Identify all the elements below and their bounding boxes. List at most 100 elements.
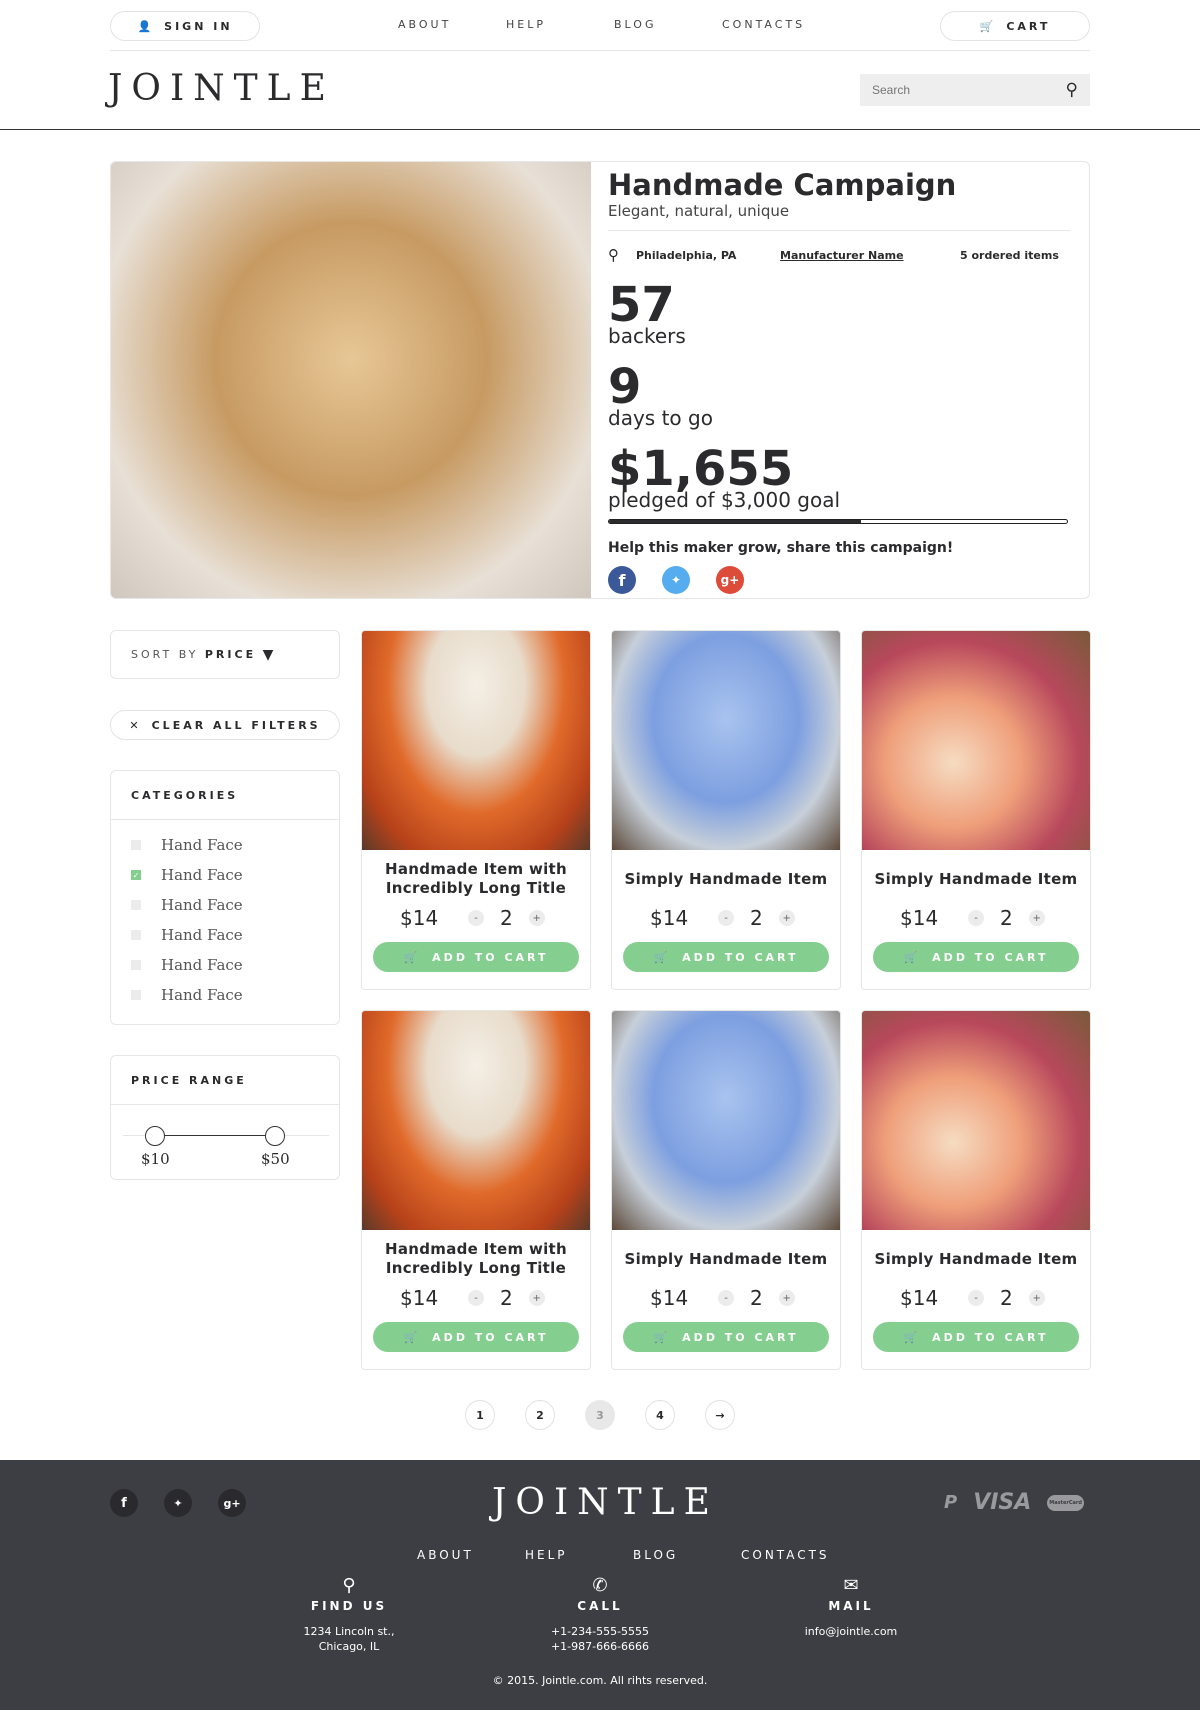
- category-checkbox[interactable]: [131, 840, 141, 850]
- category-checkbox[interactable]: [131, 930, 141, 940]
- campaign-image: [111, 162, 591, 598]
- add-to-cart-button[interactable]: 🛒 ADD TO CART: [373, 1322, 579, 1352]
- quantity-value[interactable]: 2: [750, 1286, 763, 1310]
- nav-contacts[interactable]: CONTACTS: [722, 18, 805, 31]
- nav-help[interactable]: HELP: [506, 18, 546, 31]
- logo[interactable]: JOINTLE: [108, 68, 335, 109]
- quantity-value[interactable]: 2: [750, 906, 763, 930]
- quantity-value[interactable]: 2: [1000, 906, 1013, 930]
- quantity-increase-button[interactable]: +: [528, 1290, 545, 1306]
- category-item[interactable]: Hand Face: [111, 830, 339, 860]
- twitter-icon[interactable]: ✦: [662, 566, 690, 594]
- quantity-increase-button[interactable]: +: [528, 910, 545, 926]
- product-title[interactable]: Simply Handmade Item: [612, 850, 840, 908]
- email-link[interactable]: info@jointle.com: [771, 1624, 931, 1639]
- price-range-track: [155, 1135, 275, 1136]
- category-checkbox[interactable]: [131, 900, 141, 910]
- sort-label: SORT BY: [131, 648, 199, 661]
- days-label: days to go: [608, 406, 713, 430]
- category-item[interactable]: Hand Face: [111, 980, 339, 1010]
- footer-nav-blog[interactable]: BLOG: [633, 1548, 678, 1562]
- quantity-increase-button[interactable]: +: [1028, 910, 1045, 926]
- add-to-cart-button[interactable]: 🛒 ADD TO CART: [623, 1322, 829, 1352]
- mail-heading: MAIL: [828, 1599, 874, 1613]
- sign-in-button[interactable]: 👤 SIGN IN: [110, 11, 260, 41]
- copyright: © 2015. Jointle.com. All rihts reserved.: [492, 1674, 708, 1687]
- quantity-decrease-button[interactable]: -: [468, 910, 484, 926]
- product-image[interactable]: [612, 631, 840, 850]
- footer-google-plus-icon[interactable]: g+: [218, 1489, 246, 1517]
- price-range-title: PRICE RANGE: [111, 1056, 339, 1105]
- price-min-handle[interactable]: [145, 1126, 165, 1146]
- product-card: Handmade Item with Incredibly Long Title…: [361, 1010, 591, 1370]
- add-to-cart-button[interactable]: 🛒 ADD TO CART: [373, 942, 579, 972]
- google-plus-icon[interactable]: g+: [716, 566, 744, 594]
- divider: [110, 50, 1090, 51]
- footer-twitter-icon[interactable]: ✦: [164, 1489, 192, 1517]
- quantity-decrease-button[interactable]: -: [718, 1290, 734, 1306]
- category-item[interactable]: Hand Face: [111, 950, 339, 980]
- find-us-heading: FIND US: [310, 1599, 388, 1613]
- sort-dropdown[interactable]: SORT BY PRICE ▼: [110, 630, 340, 679]
- days-count: 9: [608, 359, 642, 415]
- footer-nav-help[interactable]: HELP: [525, 1548, 568, 1562]
- category-checkbox[interactable]: ✓: [131, 870, 141, 880]
- quantity-decrease-button[interactable]: -: [718, 910, 734, 926]
- category-checkbox[interactable]: [131, 960, 141, 970]
- caret-down-icon: ▼: [262, 646, 277, 663]
- quantity-value[interactable]: 2: [1000, 1286, 1013, 1310]
- footer-nav-contacts[interactable]: CONTACTS: [741, 1548, 830, 1562]
- search-icon[interactable]: ⚲: [1066, 80, 1078, 100]
- category-item[interactable]: Hand Face: [111, 890, 339, 920]
- category-item[interactable]: ✓ Hand Face: [111, 860, 339, 890]
- product-image[interactable]: [862, 631, 1090, 850]
- page-3-button[interactable]: 3: [585, 1400, 615, 1430]
- search-box[interactable]: ⚲: [860, 74, 1090, 106]
- backers-count: 57: [608, 277, 675, 333]
- product-image[interactable]: [362, 631, 590, 850]
- quantity-increase-button[interactable]: +: [778, 910, 795, 926]
- product-title[interactable]: Simply Handmade Item: [612, 1230, 840, 1288]
- cart-button[interactable]: 🛒 CART: [940, 11, 1090, 41]
- add-to-cart-button[interactable]: 🛒 ADD TO CART: [873, 942, 1079, 972]
- footer-logo[interactable]: JOINTLE: [492, 1482, 722, 1523]
- footer: f ✦ g+ JOINTLE P VISA MasterCard ABOUT H…: [0, 1460, 1200, 1710]
- pledged-label: pledged of $3,000 goal: [608, 488, 841, 512]
- manufacturer-link[interactable]: Manufacturer Name: [780, 249, 960, 262]
- nav-about[interactable]: ABOUT: [398, 18, 451, 31]
- product-price: $14: [900, 906, 939, 930]
- add-to-cart-button[interactable]: 🛒 ADD TO CART: [623, 942, 829, 972]
- clear-filters-button[interactable]: ✕ CLEAR ALL FILTERS: [110, 710, 340, 740]
- quantity-increase-button[interactable]: +: [1028, 1290, 1045, 1306]
- next-page-arrow-icon[interactable]: →: [705, 1400, 735, 1430]
- search-input[interactable]: [872, 83, 1042, 97]
- price-max-handle[interactable]: [265, 1126, 285, 1146]
- category-checkbox[interactable]: [131, 990, 141, 1000]
- product-title[interactable]: Simply Handmade Item: [862, 1230, 1090, 1288]
- quantity-decrease-button[interactable]: -: [468, 1290, 484, 1306]
- quantity-value[interactable]: 2: [500, 906, 513, 930]
- nav-blog[interactable]: BLOG: [614, 18, 656, 31]
- add-to-cart-button[interactable]: 🛒 ADD TO CART: [873, 1322, 1079, 1352]
- page-2-button[interactable]: 2: [525, 1400, 555, 1430]
- footer-facebook-icon[interactable]: f: [110, 1489, 138, 1517]
- footer-nav-about[interactable]: ABOUT: [417, 1548, 474, 1562]
- product-title[interactable]: Simply Handmade Item: [862, 850, 1090, 908]
- product-image[interactable]: [862, 1011, 1090, 1230]
- product-image[interactable]: [612, 1011, 840, 1230]
- page-4-button[interactable]: 4: [645, 1400, 675, 1430]
- quantity-decrease-button[interactable]: -: [968, 910, 984, 926]
- product-title[interactable]: Handmade Item with Incredibly Long Title: [362, 850, 590, 908]
- facebook-icon[interactable]: f: [608, 566, 636, 594]
- product-title[interactable]: Handmade Item with Incredibly Long Title: [362, 1230, 590, 1288]
- quantity-increase-button[interactable]: +: [778, 1290, 795, 1306]
- category-item[interactable]: Hand Face: [111, 920, 339, 950]
- page-1-button[interactable]: 1: [465, 1400, 495, 1430]
- phone-number[interactable]: +1-987-666-6666: [520, 1639, 680, 1654]
- paypal-icon: P: [944, 1492, 958, 1513]
- product-image[interactable]: [362, 1011, 590, 1230]
- location-pin-icon: ⚲: [342, 1575, 356, 1596]
- phone-number[interactable]: +1-234-555-5555: [520, 1624, 680, 1639]
- quantity-value[interactable]: 2: [500, 1286, 513, 1310]
- quantity-decrease-button[interactable]: -: [968, 1290, 984, 1306]
